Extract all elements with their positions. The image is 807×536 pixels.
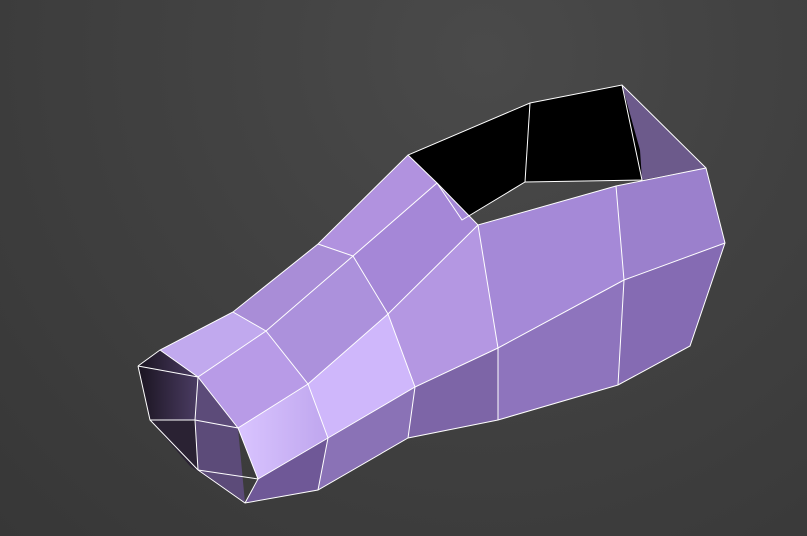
3d-viewport[interactable] — [0, 0, 807, 536]
mesh-render[interactable] — [0, 0, 807, 536]
